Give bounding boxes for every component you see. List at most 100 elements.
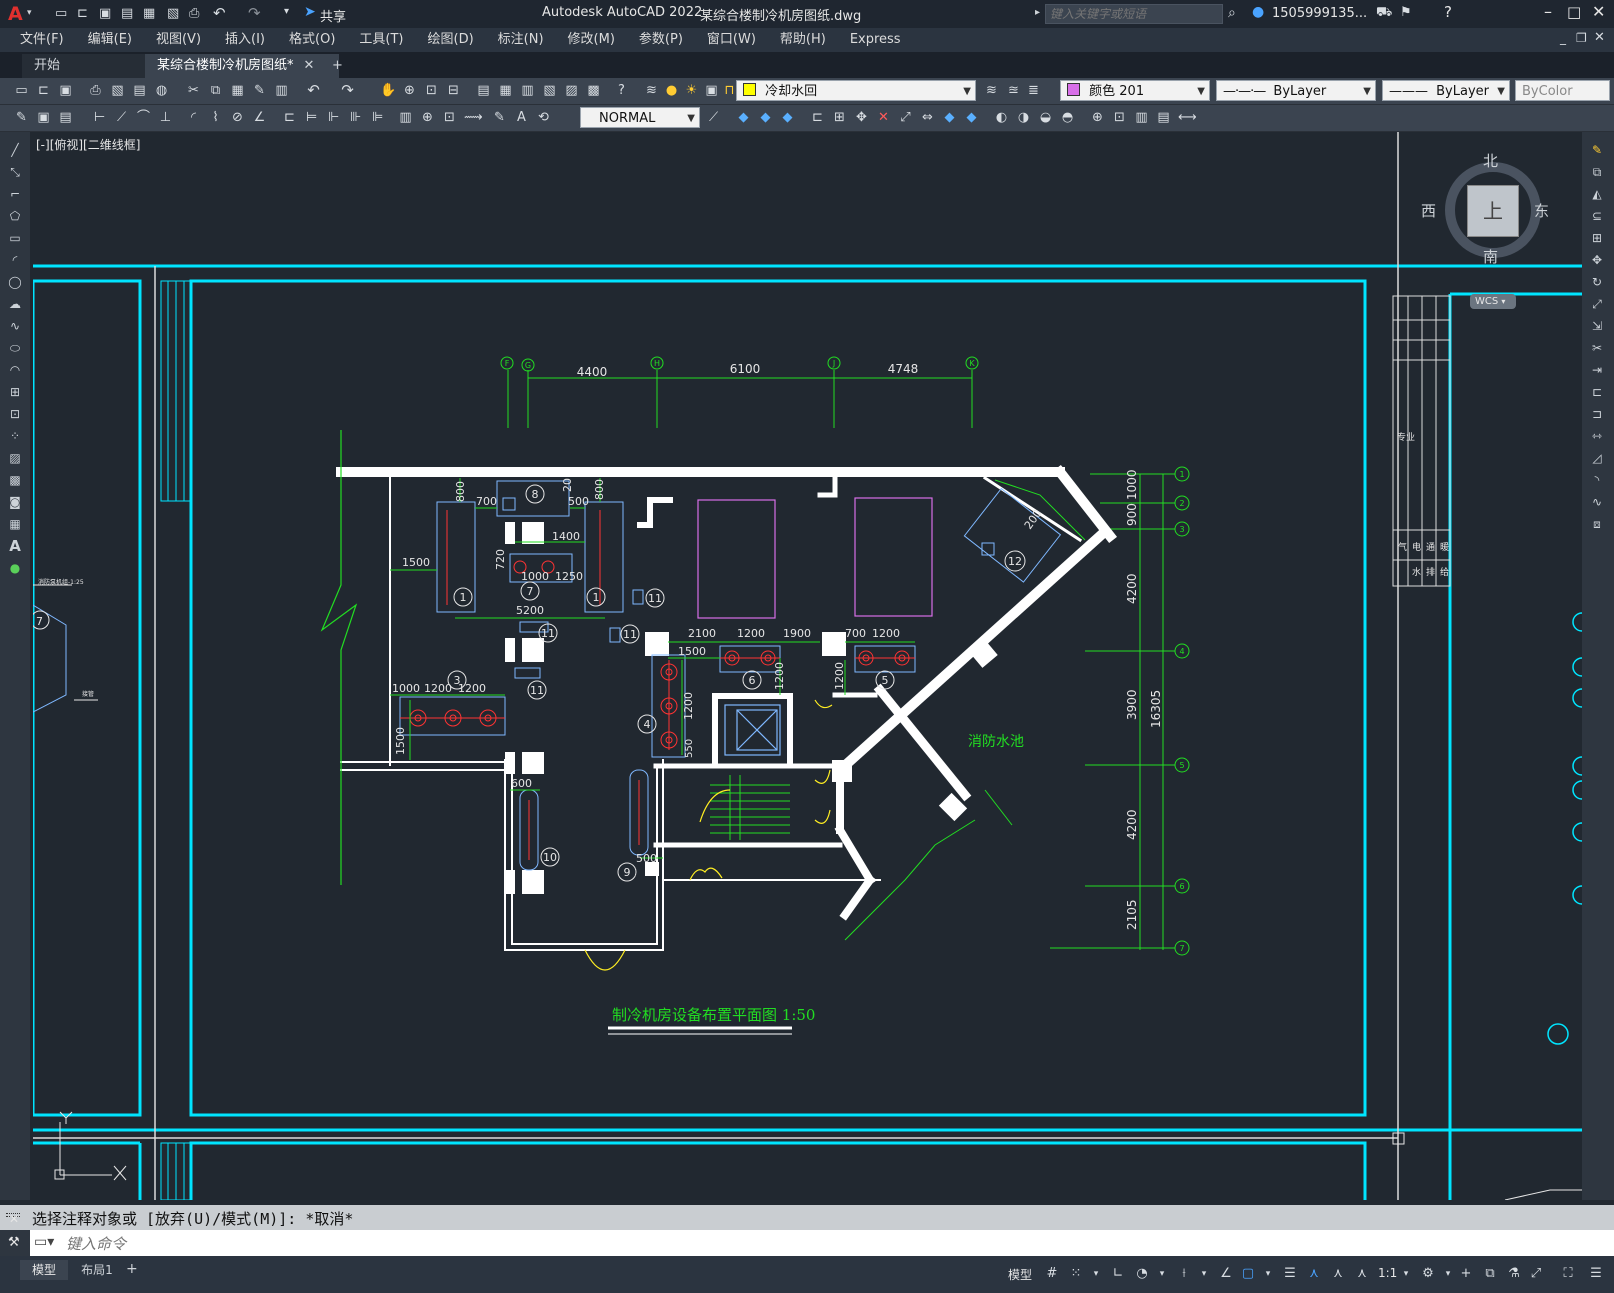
cart-icon[interactable]: ⛟ <box>1376 5 1392 22</box>
dim-angular-icon[interactable]: ∠ <box>252 110 267 125</box>
quick-dim-icon[interactable]: ⊏ <box>282 110 297 125</box>
dim-continue-icon[interactable]: ⊩ <box>326 110 341 125</box>
explode-icon[interactable]: ⊕ <box>1090 110 1105 125</box>
center-mark-icon[interactable]: ⊕ <box>420 110 435 125</box>
rotate-icon[interactable]: ✕ <box>876 110 891 125</box>
redo-icon[interactable]: ↷ <box>248 4 261 22</box>
menu-window[interactable]: 窗口(W) <box>695 28 768 52</box>
osnap-chevron-icon[interactable]: ▾ <box>1260 1266 1276 1282</box>
doc-restore-icon[interactable]: ❐ <box>1576 31 1587 45</box>
scale-icon[interactable]: ⤢ <box>898 110 913 125</box>
make-block-icon[interactable]: ⊡ <box>7 406 23 422</box>
publish-icon[interactable]: ▦ <box>143 6 155 21</box>
menu-file[interactable]: 文件(F) <box>8 28 76 52</box>
block-editor-icon[interactable]: ▥ <box>274 83 289 98</box>
blend-right-icon[interactable]: ∿ <box>1589 494 1605 510</box>
share-label[interactable]: 共享 <box>320 6 346 25</box>
qat-customize-icon[interactable]: ▾ <box>284 6 289 17</box>
wrench-icon[interactable]: ⚒ <box>8 1235 20 1250</box>
gear-icon[interactable]: ⚙ <box>1420 1266 1436 1282</box>
menu-parametric[interactable]: 参数(P) <box>627 28 695 52</box>
share-icon[interactable]: ➤ <box>304 4 316 20</box>
annotation-visibility-icon[interactable]: ⋏ <box>1306 1266 1322 1282</box>
circle-icon[interactable]: ◯ <box>7 274 23 290</box>
ellipse-arc-icon[interactable]: ◠ <box>7 362 23 378</box>
compass-south[interactable]: 南 <box>1483 246 1498 267</box>
chamfer-icon[interactable]: ◒ <box>1038 110 1053 125</box>
sheet-set-icon[interactable]: ▧ <box>542 83 557 98</box>
dim-baseline-icon[interactable]: ⊨ <box>304 110 319 125</box>
user-name[interactable]: 1505999135... <box>1272 6 1367 21</box>
copy-obj-icon[interactable]: ◆ <box>758 110 773 125</box>
open-icon[interactable]: ⊏ <box>36 83 51 98</box>
cut-icon[interactable]: ✂ <box>186 83 201 98</box>
qnew-icon[interactable]: ▭ <box>14 83 29 98</box>
doc-minimize-icon[interactable]: _ <box>1560 31 1566 45</box>
auto-scale-icon[interactable]: ⋏ <box>1330 1266 1346 1282</box>
group-icon[interactable]: ▣ <box>36 110 51 125</box>
drawing-svg[interactable]: 专业 暖 通 电 气 给 排 水 消防泵机组-1:25 接管 7 F G H J… <box>33 132 1582 1200</box>
viewcube-top-face[interactable]: 上 <box>1467 185 1519 237</box>
join-icon[interactable]: ◑ <box>1016 110 1031 125</box>
linetype-combo[interactable]: —·—·— ByLayer ▼ <box>1216 80 1376 101</box>
dim-update-icon[interactable]: ⟲ <box>536 110 551 125</box>
array-icon[interactable]: ⊞ <box>832 110 847 125</box>
command-input[interactable] <box>64 1232 1608 1256</box>
line-icon[interactable]: ╱ <box>7 142 23 158</box>
annotation-scale-value[interactable]: 1:1 <box>1378 1266 1397 1280</box>
extend-icon[interactable]: ◆ <box>964 110 979 125</box>
hatch-edit-icon[interactable]: ▥ <box>1134 110 1149 125</box>
layer-state-icon[interactable]: ≣ <box>1026 83 1041 98</box>
snap-chevron-icon[interactable]: ▾ <box>1088 1266 1104 1282</box>
lineweight-combo[interactable]: ——— ByLayer ▼ <box>1382 80 1510 101</box>
tab-model[interactable]: 模型 <box>20 1260 68 1280</box>
compass-east[interactable]: 东 <box>1534 200 1549 221</box>
rotate-right-icon[interactable]: ↻ <box>1589 274 1605 290</box>
design-center-icon[interactable]: ▦ <box>498 83 513 98</box>
search-icon[interactable]: ⌕ <box>1228 5 1236 21</box>
tab-close-icon[interactable]: ✕ <box>304 58 315 73</box>
gear-chevron-icon[interactable]: ▾ <box>1440 1266 1456 1282</box>
publish-tb-icon[interactable]: ▤ <box>132 83 147 98</box>
autocad-logo-icon[interactable]: A <box>8 3 23 25</box>
menu-insert[interactable]: 插入(I) <box>213 28 277 52</box>
mirror-right-icon[interactable]: ◭ <box>1589 186 1605 202</box>
user-icon[interactable]: ● <box>1252 4 1264 20</box>
menu-dimension[interactable]: 标注(N) <box>486 28 556 52</box>
save-as-icon[interactable]: ▤ <box>121 6 133 21</box>
arc-icon[interactable]: ◜ <box>7 252 23 268</box>
move-icon[interactable]: ✥ <box>854 110 869 125</box>
plot-preview-icon[interactable]: ▧ <box>167 6 179 21</box>
dim-arc-icon[interactable]: ⌒ <box>136 110 151 125</box>
ortho-icon[interactable]: ∟ <box>1110 1266 1126 1282</box>
erase-right-icon[interactable]: ✎ <box>1589 142 1605 158</box>
annotation-scale-icon[interactable]: ⋏ <box>1354 1266 1370 1282</box>
search-expand-icon[interactable]: ▸ <box>1035 7 1040 18</box>
command-prompt-icon[interactable]: ▭▾ <box>34 1234 54 1250</box>
maximize-icon[interactable]: □ <box>1567 3 1581 21</box>
draworder-icon[interactable]: ▤ <box>1156 110 1171 125</box>
ellipse-icon[interactable]: ⬭ <box>7 340 23 356</box>
open-file-icon[interactable]: ⊏ <box>77 6 88 21</box>
plot-icon[interactable]: ⎙ <box>88 83 103 98</box>
add-layout-button[interactable]: + <box>126 1261 138 1277</box>
viewport-freeze-icon[interactable]: ▣ <box>704 83 719 98</box>
dim-break-icon[interactable]: ⊫ <box>370 110 385 125</box>
trim-right-icon[interactable]: ✂ <box>1589 340 1605 356</box>
preview-icon[interactable]: ▧ <box>110 83 125 98</box>
move-right-icon[interactable]: ✥ <box>1589 252 1605 268</box>
undo-icon[interactable]: ↶ <box>213 4 226 22</box>
dim-space-icon[interactable]: ⊪ <box>348 110 363 125</box>
plotstyle-combo[interactable]: ByColor <box>1515 80 1610 101</box>
wcs-menu[interactable]: WCS ▾ <box>1470 294 1516 309</box>
copy-icon[interactable]: ⧉ <box>208 83 223 98</box>
lock-icon[interactable]: ⊓ <box>722 83 737 98</box>
dim-radius-icon[interactable]: ◜ <box>186 110 201 125</box>
point-icon[interactable]: ⁘ <box>7 428 23 444</box>
menu-format[interactable]: 格式(O) <box>277 28 347 52</box>
isolate-objects-icon[interactable]: ⧉ <box>1482 1266 1498 1282</box>
dim-aligned-icon[interactable]: ⟋ <box>114 110 129 125</box>
trim-icon[interactable]: ◆ <box>942 110 957 125</box>
table-icon[interactable]: ▦ <box>7 516 23 532</box>
break-point-right-icon[interactable]: ⊏ <box>1589 384 1605 400</box>
